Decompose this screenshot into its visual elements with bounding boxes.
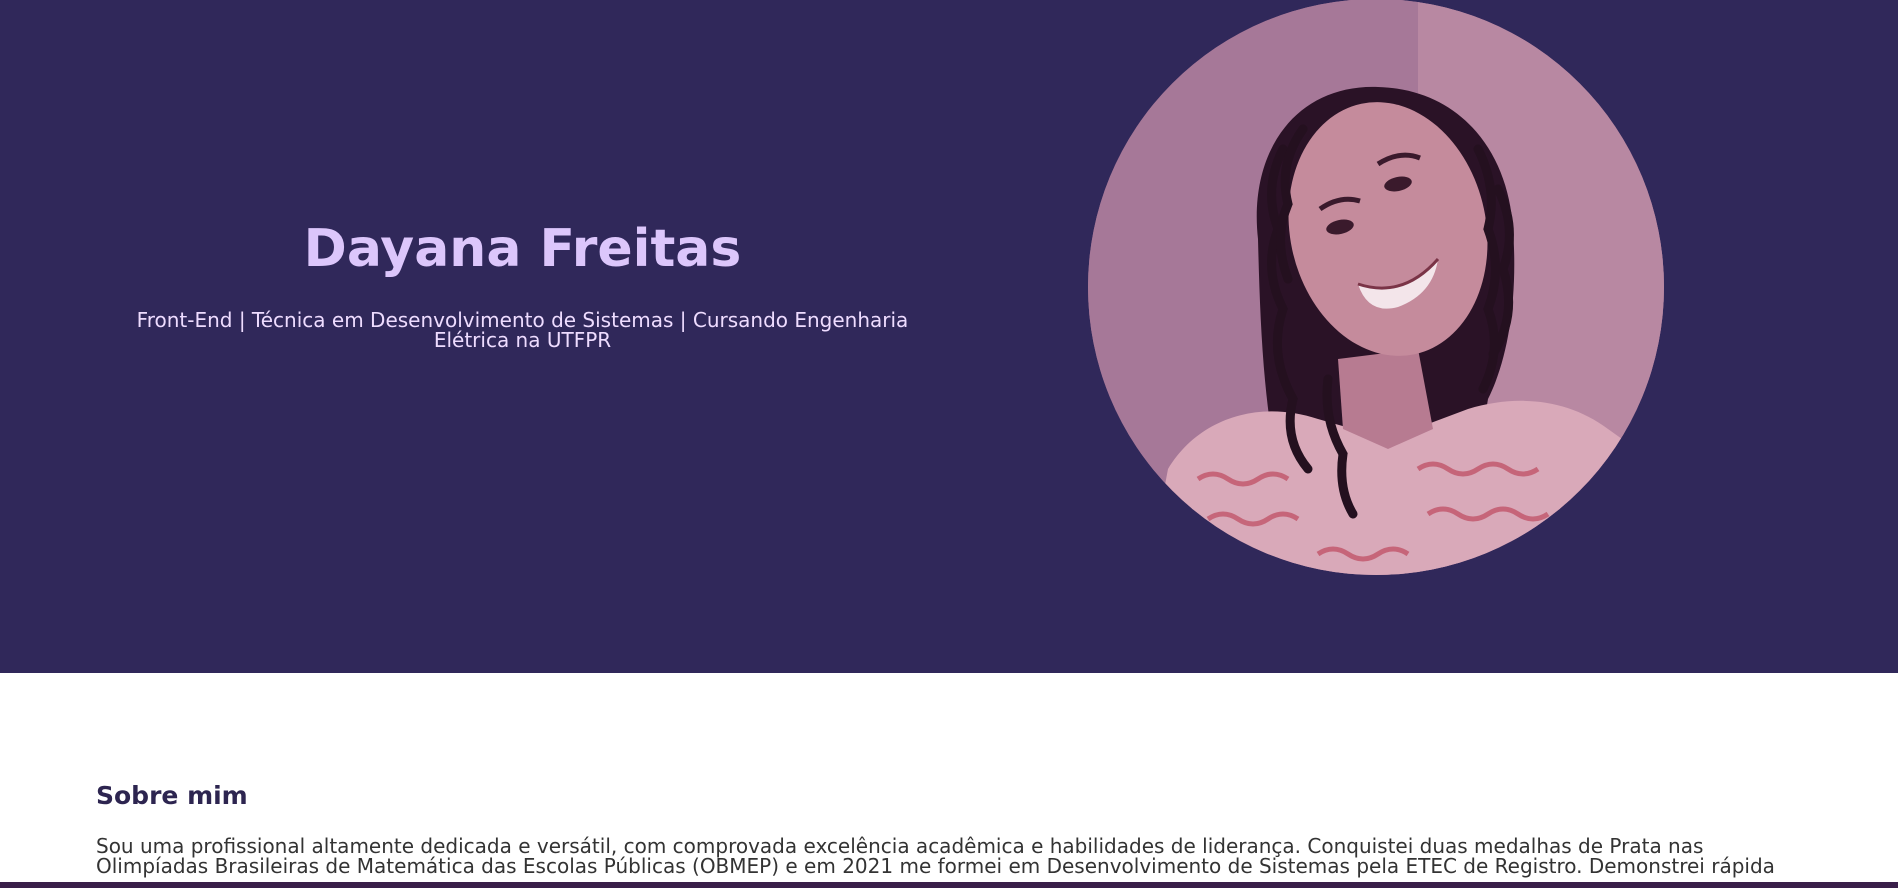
hero-subtitle: Front-End | Técnica em Desenvolvimento d… bbox=[136, 308, 909, 352]
about-title: Sobre mim bbox=[96, 781, 248, 810]
bottom-bar bbox=[0, 882, 1898, 888]
profile-photo bbox=[1088, 0, 1664, 575]
hero-text: Dayana Freitas Front-End | Técnica em De… bbox=[120, 218, 925, 350]
hero-section: Dayana Freitas Front-End | Técnica em De… bbox=[0, 0, 1898, 673]
profile-photo-illustration bbox=[1088, 0, 1664, 575]
about-section: Sobre mim Sou uma profissional altamente… bbox=[96, 780, 1816, 876]
hero-name: Dayana Freitas bbox=[303, 219, 742, 279]
about-text: Sou uma profissional altamente dedicada … bbox=[96, 834, 1775, 878]
